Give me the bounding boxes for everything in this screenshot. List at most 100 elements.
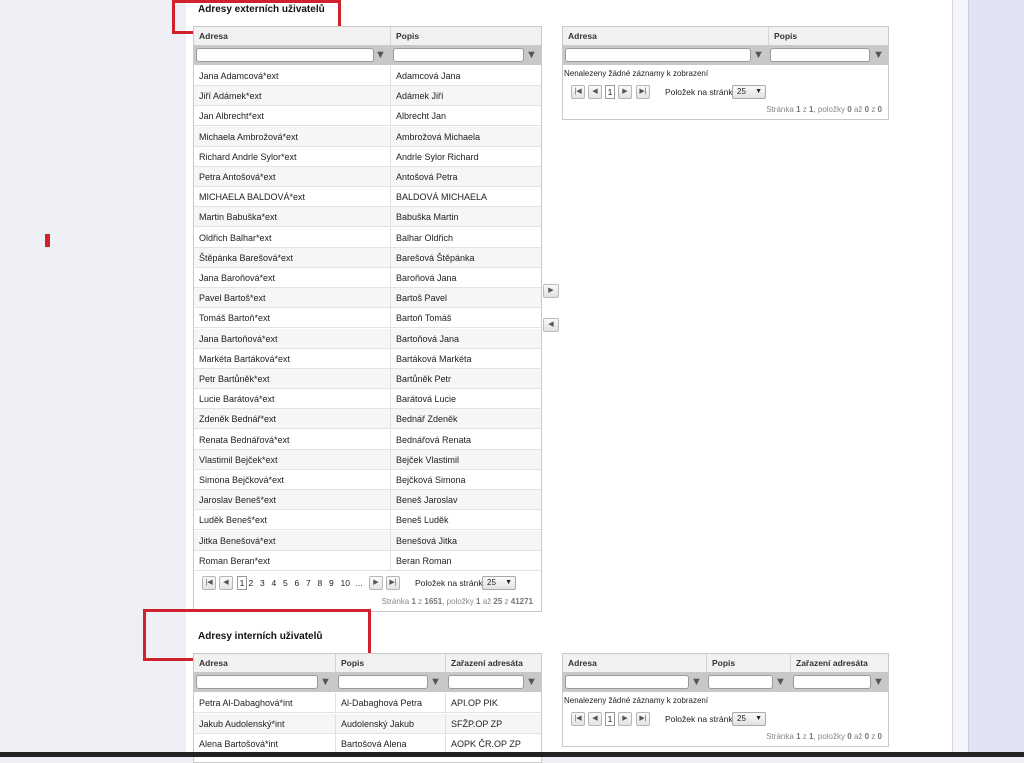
column-header-popis[interactable]: Popis [769,27,888,45]
column-header-zarazeni[interactable]: Zařazení adresáta [791,654,888,672]
filter-input-adresa[interactable] [196,48,374,62]
page-number[interactable]: 4 [272,576,277,590]
first-page-icon[interactable]: |◀ [571,712,585,726]
page-number[interactable]: 9 [329,576,334,590]
table-row[interactable]: Štěpánka Barešová*ext Barešová Štěpánka [194,247,541,268]
grid-header: Adresa Popis [563,27,888,46]
table-row[interactable]: Martin Babuška*ext Babuška Martin [194,207,541,228]
column-header-popis[interactable]: Popis [336,654,446,672]
filter-icon[interactable]: ▼ [873,48,884,62]
per-page-value: 25 [737,714,746,723]
move-right-button[interactable]: ▶ [543,284,559,298]
first-page-icon[interactable]: |◀ [571,85,585,99]
filter-input-popis[interactable] [708,675,773,689]
page-number-current[interactable]: 1 [605,712,615,726]
table-row[interactable]: Petra Al-Dabaghová*int Al-Dabaghová Petra… [194,693,541,713]
prev-page-icon[interactable]: ◀ [588,85,602,99]
table-row[interactable]: Jitka Benešová*ext Benešová Jitka [194,530,541,551]
cell-popis: Bartošová Alena [336,734,446,753]
column-header-adresa[interactable]: Adresa [563,27,769,45]
page-number[interactable]: 3 [260,576,265,590]
last-page-icon[interactable]: ▶| [636,85,650,99]
filter-icon[interactable]: ▼ [430,675,441,689]
filter-input-zarazeni[interactable] [448,675,524,689]
table-row[interactable]: Richard Andrle Sylor*ext Andrle Sylor Ric… [194,146,541,167]
table-row[interactable]: Luděk Beneš*ext Beneš Luděk [194,510,541,531]
table-row[interactable]: Pavel Bartoš*ext Bartoš Pavel [194,288,541,309]
table-row[interactable]: Vlastimil Bejček*ext Bejček Vlastimil [194,449,541,470]
prev-page-icon[interactable]: ◀ [219,576,233,590]
info-text: z [871,732,876,741]
page-number[interactable]: 10 [341,576,350,590]
column-header-zarazeni[interactable]: Zařazení adresáta [446,654,541,672]
cell-adresa: Pavel Bartoš*ext [194,288,391,308]
page-number[interactable]: 8 [318,576,323,590]
page-number-current[interactable]: 1 [605,85,615,99]
column-header-popis[interactable]: Popis [391,27,541,45]
table-row[interactable]: Oldřich Balhar*ext Balhar Oldřich [194,227,541,248]
table-row[interactable]: Roman Beran*ext Beran Roman [194,550,541,571]
first-page-icon[interactable]: |◀ [202,576,216,590]
table-row[interactable]: Michaela Ambrožová*ext Ambrožová Michaela [194,126,541,147]
table-row[interactable]: Jana Adamcová*ext Adamcová Jana [194,66,541,86]
table-row[interactable]: Petra Antošová*ext Antošová Petra [194,167,541,187]
prev-page-icon[interactable]: ◀ [588,712,602,726]
cell-popis: Albrecht Jan [396,111,447,122]
page-number[interactable]: 6 [295,576,300,590]
table-row[interactable]: Jiří Adámek*ext Adámek Jiří [194,86,541,107]
filter-icon[interactable]: ▼ [526,48,537,62]
per-page-select[interactable]: 25 ▼ [482,576,516,590]
filter-input-adresa[interactable] [565,48,751,62]
red-marker [45,234,50,247]
page-number[interactable]: 7 [306,576,311,590]
cell-adresa: Tomáš Bartoň*ext [194,308,391,328]
filter-input-adresa[interactable] [196,675,318,689]
page-number[interactable]: 1 [237,576,247,590]
filter-icon[interactable]: ▼ [775,675,786,689]
table-row[interactable]: Markéta Bartáková*ext Bartáková Markéta [194,348,541,369]
column-header-adresa[interactable]: Adresa [194,27,391,45]
filter-input-popis[interactable] [393,48,524,62]
column-header-adresa[interactable]: Adresa [194,654,336,672]
table-row[interactable]: Jaroslav Beneš*ext Beneš Jaroslav [194,490,541,511]
table-row[interactable]: Zdeněk Bednář*ext Bednář Zdeněk [194,409,541,430]
per-page-select[interactable]: 25 ▼ [732,85,766,99]
table-row[interactable]: Simona Bejčková*ext Bejčková Simona [194,470,541,490]
per-page-label: Položek na stránku [665,714,738,724]
filter-input-popis[interactable] [770,48,870,62]
page-number[interactable]: 5 [283,576,288,590]
filter-input-adresa[interactable] [565,675,689,689]
table-row[interactable]: Jakub Audolenský*int Audolenský Jakub SFŽP… [194,713,541,734]
filter-icon[interactable]: ▼ [375,48,386,62]
filter-icon[interactable]: ▼ [753,48,764,62]
page-number[interactable]: 2 [249,576,254,590]
next-page-icon[interactable]: ▶ [618,85,632,99]
table-row[interactable]: Jan Albrecht*ext Albrecht Jan [194,106,541,127]
table-row[interactable]: Tomáš Bartoň*ext Bartoň Tomáš [194,308,541,329]
cell-popis: Bartůněk Petr [396,374,452,384]
column-header-adresa[interactable]: Adresa [563,654,707,672]
info-text: až [853,732,863,741]
move-left-button[interactable]: ◀ [543,318,559,332]
last-page-icon[interactable]: ▶| [636,712,650,726]
cell-adresa: Petr Bartůněk*ext [194,369,391,388]
filter-input-zarazeni[interactable] [793,675,871,689]
filter-icon[interactable]: ▼ [691,675,702,689]
table-row[interactable]: Petr Bartůněk*ext Bartůněk Petr [194,369,541,389]
per-page-select[interactable]: 25 ▼ [732,712,766,726]
filter-icon[interactable]: ▼ [526,675,537,689]
next-page-icon[interactable]: ▶ [369,576,383,590]
last-page-icon[interactable]: ▶| [386,576,400,590]
filter-icon[interactable]: ▼ [320,675,331,689]
table-row[interactable]: Renata Bednářová*ext Bednářová Renata [194,429,541,450]
table-row[interactable]: Jana Baroňová*ext Baroňová Jana [194,268,541,288]
page-ellipsis[interactable]: ... [356,576,363,590]
next-page-icon[interactable]: ▶ [618,712,632,726]
column-header-popis[interactable]: Popis [707,654,791,672]
table-row[interactable]: MICHAELA BALDOVÁ*ext BALDOVÁ MICHAELA [194,187,541,208]
table-row[interactable]: Lucie Barátová*ext Barátová Lucie [194,389,541,410]
filter-icon[interactable]: ▼ [873,675,884,689]
table-row[interactable]: Jana Bartoňová*ext Bartoňová Jana [194,328,541,349]
filter-input-popis[interactable] [338,675,428,689]
table-row[interactable]: Alena Bartošová*int Bartošová Alena AOPK Č… [194,734,541,754]
